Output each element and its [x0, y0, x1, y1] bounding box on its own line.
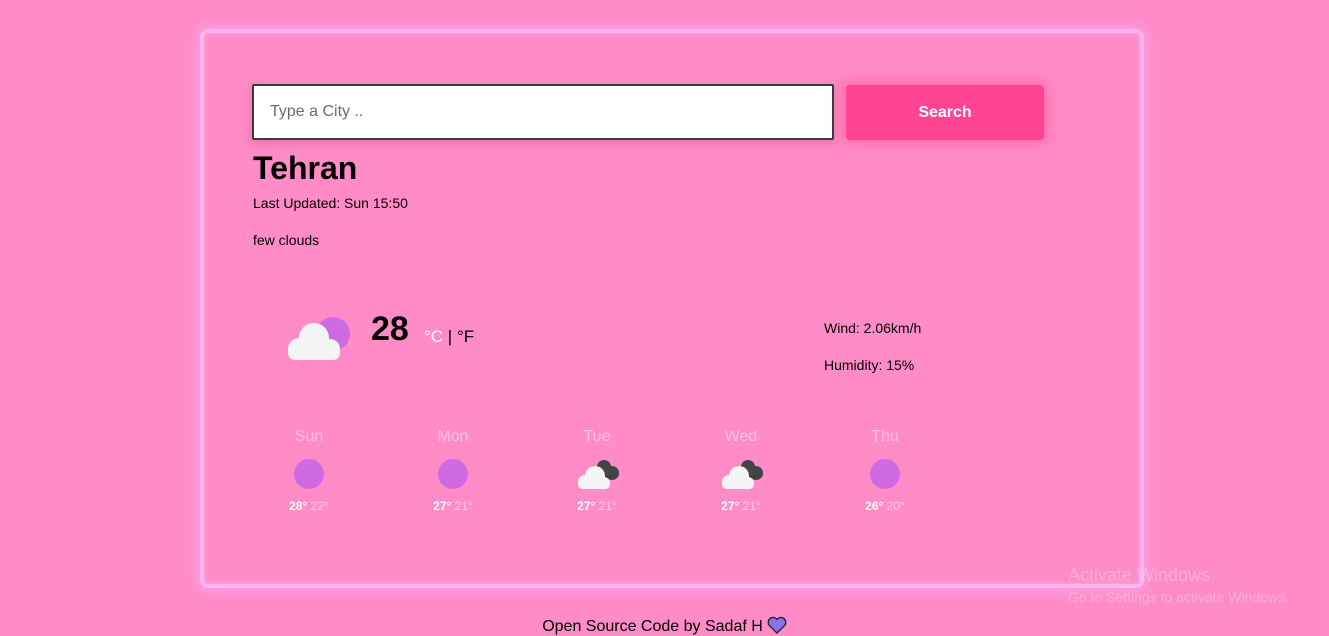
forecast-day-name: Thu	[871, 428, 899, 445]
weather-description: few clouds	[253, 232, 320, 248]
forecast-day-name: Sun	[294, 428, 324, 445]
heart-icon	[767, 617, 787, 635]
city-search-input[interactable]	[252, 84, 834, 140]
forecast-temps: 27° 21°	[403, 499, 503, 513]
forecast-min-temp: 21°	[742, 499, 761, 513]
clear-sky-icon	[438, 459, 468, 489]
unit-separator: |	[443, 327, 457, 346]
last-updated-text: Last Updated: Sun 15:50	[253, 195, 408, 211]
broken-clouds-icon	[578, 460, 619, 489]
broken-clouds-icon	[722, 460, 763, 489]
humidity-text: Humidity: 15%	[824, 357, 915, 373]
watermark-title: Activate Windows	[1068, 565, 1211, 585]
fahrenheit-link[interactable]: °F	[457, 327, 474, 346]
forecast-day-name: Mon	[437, 428, 469, 445]
unit-toggle: °C | °F	[424, 327, 474, 347]
forecast-day: Thu 26° 20°	[835, 428, 935, 513]
forecast-day: Sun 28° 22°	[259, 428, 359, 513]
forecast-max-temp: 27°	[433, 499, 452, 513]
forecast-temps: 27° 21°	[691, 499, 791, 513]
clear-sky-icon	[294, 459, 324, 489]
forecast-max-temp: 28°	[289, 499, 308, 513]
forecast-day: Wed 27° 21°	[691, 428, 791, 513]
footer: Open Source Code by Sadaf H	[0, 617, 1329, 636]
source-code-link[interactable]: Open Source Code by Sadaf H	[542, 618, 763, 635]
forecast-min-temp: 22°	[310, 499, 329, 513]
forecast-max-temp: 27°	[721, 499, 740, 513]
wind-text: Wind: 2.06km/h	[824, 320, 922, 336]
forecast-temps: 27° 21°	[547, 499, 647, 513]
windows-activation-watermark: Activate Windows Go to Settings to activ…	[1068, 565, 1289, 605]
few-clouds-icon	[288, 317, 350, 360]
forecast-day-name: Tue	[583, 428, 611, 445]
search-button[interactable]: Search	[846, 85, 1044, 140]
city-name: Tehran	[253, 150, 358, 186]
forecast-max-temp: 27°	[577, 499, 596, 513]
forecast-day: Mon 27° 21°	[403, 428, 503, 513]
forecast-day: Tue 27° 21°	[547, 428, 647, 513]
forecast-max-temp: 26°	[865, 499, 884, 513]
forecast-day-name: Wed	[724, 428, 758, 445]
forecast-temps: 28° 22°	[259, 499, 359, 513]
watermark-subtitle: Go to Settings to activate Windows.	[1068, 589, 1289, 605]
current-temperature: 28	[371, 310, 409, 348]
clear-sky-icon	[870, 459, 900, 489]
celsius-link[interactable]: °C	[424, 327, 443, 346]
forecast-temps: 26° 20°	[835, 499, 935, 513]
forecast-min-temp: 21°	[454, 499, 473, 513]
forecast-min-temp: 21°	[598, 499, 617, 513]
forecast-min-temp: 20°	[886, 499, 905, 513]
